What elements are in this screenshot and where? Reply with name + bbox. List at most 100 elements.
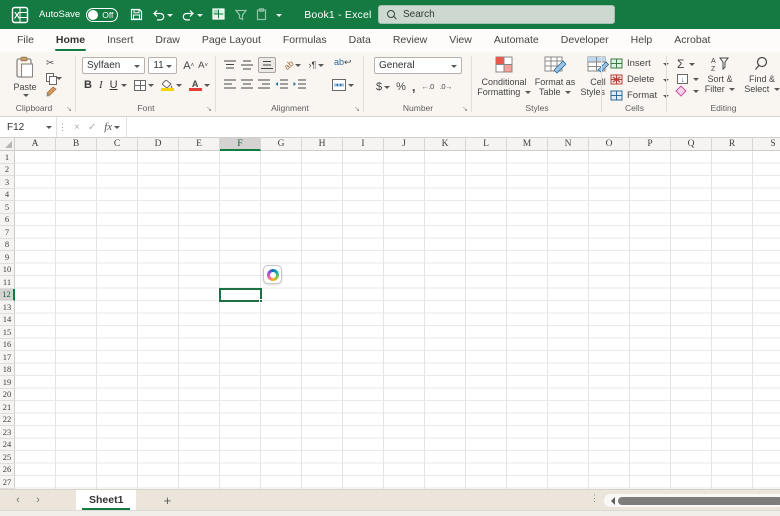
save-button[interactable] [130, 8, 143, 21]
borders-dropdown-icon[interactable] [147, 84, 154, 90]
row-header-24[interactable]: 24 [0, 438, 15, 451]
underline-button[interactable]: U [110, 79, 118, 91]
number-format-combo[interactable]: General [374, 57, 462, 74]
text-direction-dropdown-icon[interactable] [318, 64, 325, 70]
alignment-dialog-launcher[interactable]: ↘ [354, 105, 360, 113]
increase-indent-button[interactable] [293, 79, 306, 89]
row-header-26[interactable]: 26 [0, 463, 15, 476]
column-header-F[interactable]: F [220, 138, 261, 151]
find-select-button[interactable]: Find & Select [741, 56, 780, 95]
tab-home[interactable]: Home [45, 30, 96, 51]
row-header-9[interactable]: 9 [0, 251, 15, 264]
paste-button[interactable]: Paste [8, 56, 42, 98]
clipboard-dialog-launcher[interactable]: ↘ [66, 105, 72, 113]
column-header-A[interactable]: A [15, 138, 56, 151]
number-dialog-launcher[interactable]: ↘ [462, 105, 468, 113]
decrease-indent-button[interactable] [275, 79, 288, 89]
clear-button[interactable] [675, 85, 699, 97]
shrink-font-button[interactable]: A ˅ [196, 59, 210, 72]
column-header-K[interactable]: K [425, 138, 466, 151]
column-header-B[interactable]: B [56, 138, 97, 151]
align-right-button[interactable] [258, 79, 270, 89]
name-box[interactable]: F12 [0, 117, 56, 137]
tab-draw[interactable]: Draw [144, 30, 191, 51]
tab-help[interactable]: Help [620, 30, 664, 51]
sheet-tab-sheet1[interactable]: Sheet1 [76, 489, 137, 511]
row-header-2[interactable]: 2 [0, 163, 15, 176]
column-header-S[interactable]: S [753, 138, 780, 151]
row-header-4[interactable]: 4 [0, 188, 15, 201]
column-header-R[interactable]: R [712, 138, 753, 151]
sort-filter-button[interactable]: A Z Sort & Filter [699, 56, 741, 95]
row-header-20[interactable]: 20 [0, 388, 15, 401]
cells-area[interactable] [15, 151, 780, 489]
accounting-format-button[interactable]: $ [376, 81, 382, 93]
add-table-button[interactable] [212, 8, 226, 21]
paste-dropdown-icon[interactable] [23, 94, 29, 100]
filter-button[interactable] [235, 9, 248, 21]
font-color-button[interactable]: A [188, 79, 210, 91]
format-cells-button[interactable]: Format [610, 88, 670, 103]
column-header-C[interactable]: C [97, 138, 138, 151]
tab-file[interactable]: File [6, 30, 45, 51]
decrease-decimal-button[interactable]: .0→ [440, 82, 453, 91]
row-header-10[interactable]: 10 [0, 263, 15, 276]
column-header-O[interactable]: O [589, 138, 630, 151]
tab-data[interactable]: Data [338, 30, 382, 51]
column-header-P[interactable]: P [630, 138, 671, 151]
delete-cells-button[interactable]: Delete [610, 72, 670, 87]
excel-app-icon[interactable]: X [11, 6, 29, 24]
row-header-23[interactable]: 23 [0, 426, 15, 439]
column-header-H[interactable]: H [302, 138, 343, 151]
row-header-11[interactable]: 11 [0, 276, 15, 289]
row-header-17[interactable]: 17 [0, 351, 15, 364]
insert-function-button[interactable]: fx [104, 121, 121, 133]
column-header-Q[interactable]: Q [671, 138, 712, 151]
row-header-8[interactable]: 8 [0, 238, 15, 251]
accounting-dropdown-icon[interactable] [384, 85, 391, 92]
fill-handle[interactable] [259, 299, 263, 303]
copy-dropdown-icon[interactable] [56, 76, 62, 83]
grow-font-button[interactable]: A ˄ [181, 59, 196, 73]
next-sheet-button[interactable]: › [28, 494, 48, 506]
wrap-text-button[interactable]: ab↩ [334, 57, 352, 68]
copilot-button[interactable] [263, 265, 282, 284]
formula-bar-handle[interactable]: ⋮ [56, 117, 68, 137]
scroll-left-icon[interactable] [607, 496, 615, 505]
select-all-corner[interactable] [0, 138, 15, 151]
increase-decimal-button[interactable]: ←.0 [422, 82, 435, 91]
row-header-18[interactable]: 18 [0, 363, 15, 376]
row-header-15[interactable]: 15 [0, 326, 15, 339]
autosave-toggle[interactable]: Off [86, 7, 119, 22]
search-box[interactable]: Search [378, 5, 615, 24]
row-header-12[interactable]: 12 [0, 288, 15, 301]
fill-button[interactable]: ↓ [677, 74, 699, 84]
italic-button[interactable]: I [99, 79, 103, 91]
row-header-14[interactable]: 14 [0, 313, 15, 326]
copy-button[interactable] [46, 73, 62, 85]
text-direction-button[interactable]: ›¶ [308, 60, 325, 70]
undo-dropdown-icon[interactable] [167, 13, 174, 20]
tab-automate[interactable]: Automate [483, 30, 550, 51]
orientation-button[interactable]: ab [282, 58, 302, 72]
new-sheet-button[interactable]: + [158, 493, 176, 508]
insert-cells-button[interactable]: Insert [610, 56, 670, 71]
comma-style-button[interactable]: , [412, 79, 416, 94]
scrollbar-thumb[interactable] [618, 496, 780, 505]
row-header-13[interactable]: 13 [0, 301, 15, 314]
row-header-16[interactable]: 16 [0, 338, 15, 351]
conditional-formatting-button[interactable]: Conditional Formatting [476, 56, 532, 98]
bold-button[interactable]: B [84, 79, 92, 91]
prev-sheet-button[interactable]: ‹ [8, 494, 28, 506]
row-header-19[interactable]: 19 [0, 376, 15, 389]
fill-color-button[interactable] [160, 79, 182, 91]
enter-button[interactable]: ✓ [88, 122, 96, 133]
middle-align-button[interactable] [241, 60, 253, 70]
tab-acrobat[interactable]: Acrobat [663, 30, 721, 51]
fill-color-dropdown-icon[interactable] [175, 84, 182, 90]
column-header-E[interactable]: E [179, 138, 220, 151]
redo-dropdown-icon[interactable] [197, 13, 204, 20]
borders-button[interactable] [133, 79, 154, 91]
column-header-G[interactable]: G [261, 138, 302, 151]
row-header-7[interactable]: 7 [0, 226, 15, 239]
